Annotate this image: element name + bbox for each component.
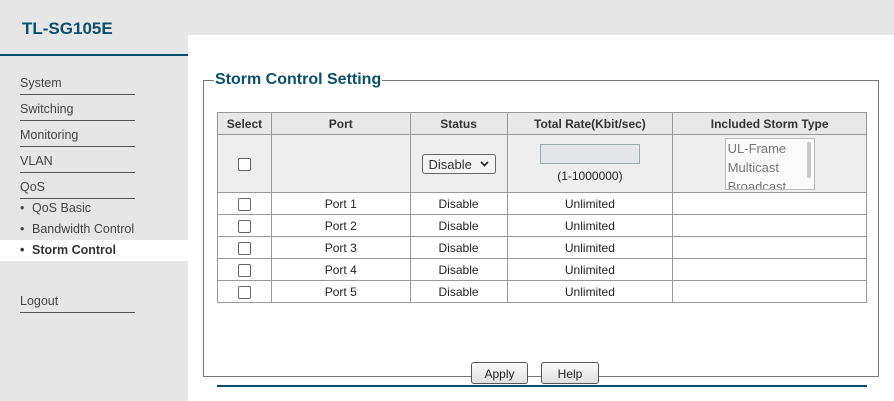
bullet-icon: • [20,201,25,215]
status-cell: Disable [409,258,508,281]
table-row: Port 4 Disable Unlimited [217,258,867,281]
table-row: Port 2 Disable Unlimited [217,214,867,237]
col-header-port: Port [270,112,411,135]
rate-cell: Unlimited [506,258,674,281]
nav-item-vlan[interactable]: VLAN [20,150,135,173]
status-cell: Disable [409,192,508,215]
rate-cell: Unlimited [506,214,674,237]
port-cell: Port 2 [270,214,411,237]
port-cell: Port 5 [270,280,411,303]
status-cell: Disable [409,214,508,237]
status-select[interactable]: Disable [421,153,496,175]
config-storm-type-cell: UL-Frame Multicast Broadcast [672,134,867,193]
rate-cell: Unlimited [506,280,674,303]
config-status-cell: Disable [409,134,508,193]
section-title: Storm Control Setting [214,71,383,89]
status-cell: Disable [409,280,508,303]
status-cell: Disable [409,236,508,259]
table-row: Port 1 Disable Unlimited [217,192,867,215]
row-checkbox[interactable] [237,285,251,299]
nav-subitem-bandwidth-control[interactable]: • Bandwidth Control [0,219,188,240]
storm-type-option[interactable]: Multicast [726,158,814,177]
nav-subitem-qos-basic[interactable]: • QoS Basic [0,198,188,219]
storm-control-table: Select Port Status Total Rate(Kbit/sec) … [217,112,867,303]
nav-item-system[interactable]: System [20,72,135,95]
brand-divider [0,54,188,56]
table-header-row: Select Port Status Total Rate(Kbit/sec) … [217,112,867,135]
storm-type-cell [672,192,867,215]
config-rate-cell: (1-1000000) [506,134,674,193]
storm-type-cell [672,280,867,303]
row-checkbox[interactable] [237,197,251,211]
listbox-scrollbar[interactable] [806,141,811,178]
nav-item-logout[interactable]: Logout [20,290,135,313]
storm-type-cell [672,258,867,281]
row-checkbox[interactable] [237,219,251,233]
col-header-total-rate: Total Rate(Kbit/sec) [506,112,674,135]
nav-item-monitoring[interactable]: Monitoring [20,124,135,147]
status-select-value: Disable [428,156,472,172]
table-row: Port 5 Disable Unlimited [217,280,867,303]
main-panel: Storm Control Setting Select Port Status… [188,35,894,401]
col-header-storm-type: Included Storm Type [672,112,867,135]
apply-button[interactable]: Apply [471,362,528,384]
rate-cell: Unlimited [506,236,674,259]
bullet-icon: • [20,222,25,236]
storm-type-listbox[interactable]: UL-Frame Multicast Broadcast [724,137,815,190]
nav-subitem-label: Bandwidth Control [32,222,135,236]
storm-type-option[interactable]: Broadcast [726,177,814,189]
nav-subitem-label: QoS Basic [32,201,92,215]
storm-type-cell [672,214,867,237]
help-button[interactable]: Help [541,362,599,384]
select-all-checkbox[interactable] [237,157,251,171]
nav-item-qos[interactable]: QoS [20,176,135,199]
total-rate-input[interactable] [539,144,640,164]
nav-item-switching[interactable]: Switching [20,98,135,121]
bullet-icon: • [20,243,25,257]
storm-type-option[interactable]: UL-Frame [726,139,814,158]
row-checkbox[interactable] [237,263,251,277]
config-row: Disable (1-1000000) UL-Frame Multicast B… [217,134,867,193]
nav-subitem-label: Storm Control [32,243,117,257]
rate-range-hint: (1-1000000) [557,169,623,183]
storm-type-cell [672,236,867,259]
nav-subitem-storm-control[interactable]: • Storm Control [0,240,188,261]
row-checkbox[interactable] [237,241,251,255]
table-row: Port 3 Disable Unlimited [217,236,867,259]
chevron-down-icon [479,155,489,175]
port-cell: Port 4 [270,258,411,281]
port-cell: Port 1 [270,192,411,215]
config-port-cell [270,134,411,193]
storm-control-fieldset: Storm Control Setting Select Port Status… [203,71,879,387]
section-divider [217,385,867,387]
rate-cell: Unlimited [506,192,674,215]
brand-title: TL-SG105E [22,19,113,38]
col-header-select: Select [217,112,272,135]
col-header-status: Status [409,112,508,135]
port-cell: Port 3 [270,236,411,259]
select-all-cell [217,134,272,193]
